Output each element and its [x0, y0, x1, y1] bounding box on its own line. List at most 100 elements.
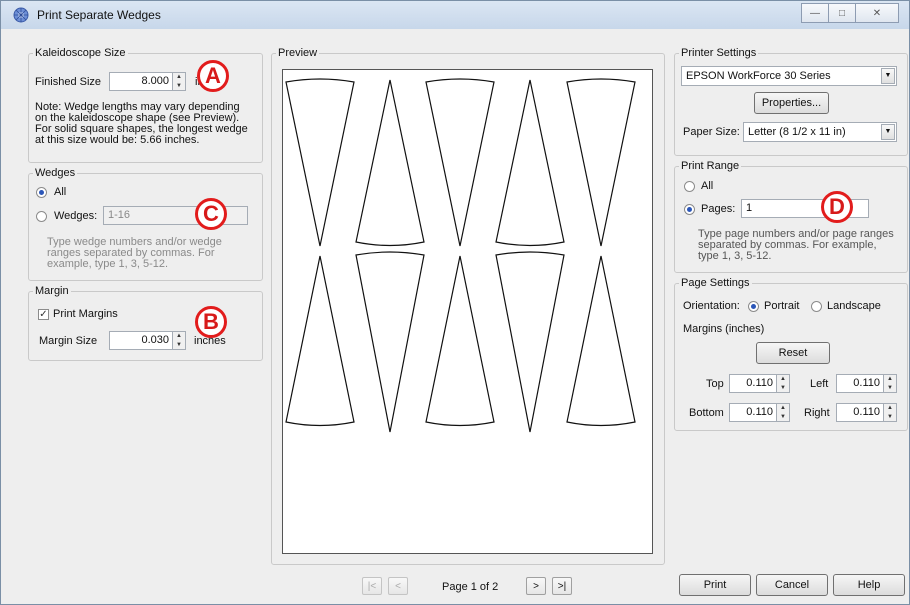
portrait-radio[interactable]: [748, 301, 759, 312]
next-page-button[interactable]: >: [526, 577, 546, 595]
margin-group-label: Margin: [33, 285, 71, 297]
maximize-button[interactable]: □: [828, 3, 856, 23]
bottom-margin-label: Bottom: [689, 407, 724, 419]
spinner-arrows[interactable]: ▲ ▼: [777, 374, 790, 393]
landscape-label[interactable]: Landscape: [827, 300, 881, 312]
callout-c: C: [195, 198, 227, 230]
cancel-button[interactable]: Cancel: [756, 574, 828, 596]
portrait-label[interactable]: Portrait: [764, 300, 799, 312]
top-margin-label: Top: [706, 378, 724, 390]
paper-size-value: Letter (8 1/2 x 11 in): [748, 126, 846, 138]
first-page-button[interactable]: |<: [362, 577, 382, 595]
finished-size-spinner[interactable]: 8.000 ▲ ▼: [109, 72, 186, 91]
range-pages-radio[interactable]: [684, 204, 695, 215]
spin-up-icon[interactable]: ▲: [173, 332, 185, 341]
minimize-button[interactable]: —: [801, 3, 829, 23]
wedge-preview-image: [285, 78, 636, 433]
kaleidoscope-size-label: Kaleidoscope Size: [33, 47, 128, 59]
page-indicator: Page 1 of 2: [442, 581, 499, 593]
margin-size-spinner[interactable]: 0.030 ▲ ▼: [109, 331, 186, 350]
wedges-all-label[interactable]: All: [54, 186, 66, 198]
maximize-icon: □: [838, 7, 846, 19]
landscape-radio[interactable]: [811, 301, 822, 312]
spin-up-icon[interactable]: ▲: [777, 404, 789, 413]
chevron-down-icon[interactable]: ▼: [881, 68, 895, 84]
kaleidoscope-icon: [13, 7, 29, 26]
bottom-margin-spinner[interactable]: 0.110 ▲ ▼: [729, 403, 790, 422]
paper-size-label: Paper Size:: [683, 126, 740, 138]
callout-d: D: [821, 191, 853, 223]
title-bar: Print Separate Wedges — □ ✕: [1, 1, 909, 29]
range-all-label[interactable]: All: [701, 180, 713, 192]
spin-up-icon[interactable]: ▲: [884, 404, 896, 413]
bottom-margin-input[interactable]: 0.110: [729, 403, 777, 422]
margins-inches-label: Margins (inches): [683, 323, 765, 335]
right-margin-input[interactable]: 0.110: [836, 403, 884, 422]
finished-size-label: Finished Size: [35, 76, 102, 88]
printer-settings-label: Printer Settings: [679, 47, 759, 59]
properties-button[interactable]: Properties...: [754, 92, 829, 114]
spin-down-icon[interactable]: ▼: [173, 341, 185, 350]
wedges-group-label: Wedges: [33, 167, 78, 179]
wedges-hint: Type wedge numbers and/or wedge ranges s…: [47, 237, 222, 270]
range-pages-label[interactable]: Pages:: [701, 203, 735, 215]
last-page-button[interactable]: >|: [552, 577, 572, 595]
wedges-range-label[interactable]: Wedges:: [54, 210, 97, 222]
preview-label: Preview: [276, 47, 320, 59]
callout-b: B: [195, 306, 227, 338]
kaleidoscope-note: Note: Wedge lengths may vary depending o…: [35, 102, 248, 146]
wedges-all-radio[interactable]: [36, 187, 47, 198]
print-separate-wedges-dialog: Print Separate Wedges — □ ✕ Kaleidoscope…: [0, 0, 910, 605]
close-button[interactable]: ✕: [855, 3, 899, 23]
spin-down-icon[interactable]: ▼: [173, 82, 185, 91]
spin-up-icon[interactable]: ▲: [777, 375, 789, 384]
print-margins-checkbox[interactable]: ✓: [38, 309, 49, 320]
margin-group: Margin: [28, 285, 263, 361]
spin-down-icon[interactable]: ▼: [777, 413, 789, 422]
hint-line: type 1, 3, 5-12.: [698, 250, 772, 262]
wedges-range-radio[interactable]: [36, 211, 47, 222]
spin-down-icon[interactable]: ▼: [777, 384, 789, 393]
spinner-arrows[interactable]: ▲ ▼: [777, 403, 790, 422]
orientation-label: Orientation:: [683, 300, 740, 312]
printer-select[interactable]: EPSON WorkForce 30 Series ▼: [681, 66, 897, 86]
left-margin-label: Left: [810, 378, 829, 390]
window-controls: — □ ✕: [801, 3, 899, 23]
chevron-down-icon[interactable]: ▼: [881, 124, 895, 140]
margin-size-label: Margin Size: [39, 335, 98, 347]
right-margin-label: Right: [804, 407, 830, 419]
print-margins-label[interactable]: Print Margins: [53, 308, 118, 320]
callout-a: A: [197, 60, 229, 92]
margin-size-input[interactable]: 0.030: [109, 331, 173, 350]
spin-up-icon[interactable]: ▲: [884, 375, 896, 384]
range-all-radio[interactable]: [684, 181, 695, 192]
pages-hint: Type page numbers and/or page ranges sep…: [698, 229, 894, 262]
finished-size-input[interactable]: 8.000: [109, 72, 173, 91]
spinner-arrows[interactable]: ▲ ▼: [173, 331, 186, 350]
preview-page: [282, 69, 653, 554]
close-icon: ✕: [872, 7, 882, 19]
right-margin-spinner[interactable]: 0.110 ▲ ▼: [836, 403, 897, 422]
print-button[interactable]: Print: [679, 574, 751, 596]
reset-button[interactable]: Reset: [756, 342, 830, 364]
left-margin-input[interactable]: 0.110: [836, 374, 884, 393]
spinner-arrows[interactable]: ▲ ▼: [884, 403, 897, 422]
spin-down-icon[interactable]: ▼: [884, 413, 896, 422]
paper-size-select[interactable]: Letter (8 1/2 x 11 in) ▼: [743, 122, 897, 142]
minimize-icon: —: [810, 7, 820, 19]
top-margin-input[interactable]: 0.110: [729, 374, 777, 393]
hint-line: example, type 1, 3, 5-12.: [47, 258, 169, 270]
spinner-arrows[interactable]: ▲ ▼: [173, 72, 186, 91]
window-title: Print Separate Wedges: [37, 8, 161, 22]
left-margin-spinner[interactable]: 0.110 ▲ ▼: [836, 374, 897, 393]
printer-name: EPSON WorkForce 30 Series: [686, 70, 831, 82]
help-button[interactable]: Help: [833, 574, 905, 596]
spin-up-icon[interactable]: ▲: [173, 73, 185, 82]
spin-down-icon[interactable]: ▼: [884, 384, 896, 393]
page-settings-label: Page Settings: [679, 277, 752, 289]
note-line: at this size would be: 5.66 inches.: [35, 134, 200, 146]
previous-page-button[interactable]: <: [388, 577, 408, 595]
spinner-arrows[interactable]: ▲ ▼: [884, 374, 897, 393]
top-margin-spinner[interactable]: 0.110 ▲ ▼: [729, 374, 790, 393]
print-range-label: Print Range: [679, 160, 742, 172]
